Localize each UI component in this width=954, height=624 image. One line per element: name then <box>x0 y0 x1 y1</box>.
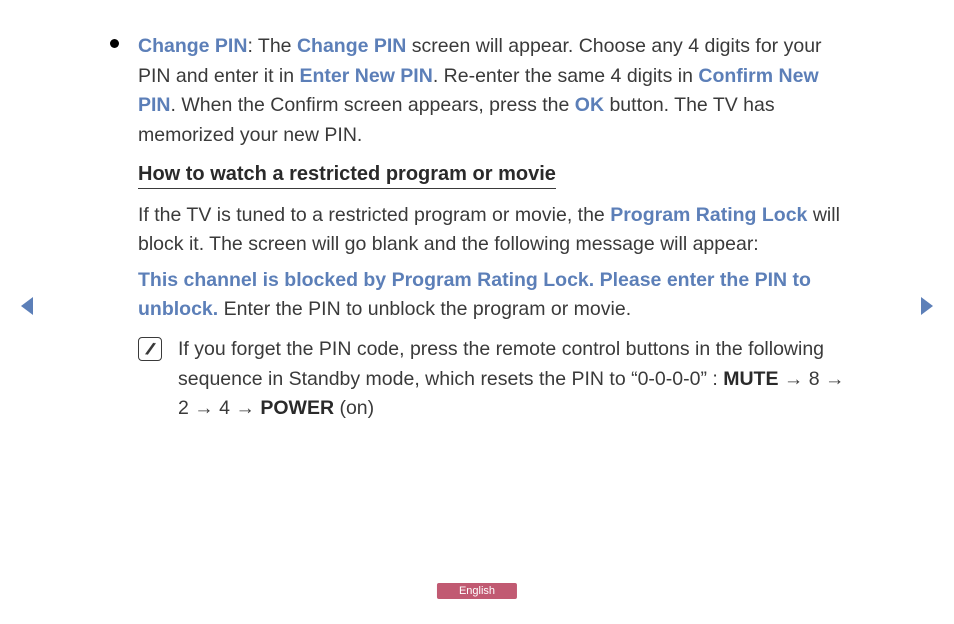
text: . When the Confirm screen appears, press… <box>171 94 575 116</box>
change-pin-bullet: Change PIN: The Change PIN screen will a… <box>110 32 858 151</box>
power-button-label: POWER <box>260 397 334 419</box>
blocked-message: This channel is blocked by Program Ratin… <box>138 266 858 325</box>
language-badge: English <box>437 583 517 599</box>
next-page-button[interactable] <box>918 295 936 322</box>
restricted-intro: If the TV is tuned to a restricted progr… <box>138 201 858 260</box>
text: : The <box>247 35 297 57</box>
text: . Re-enter the same 4 digits in <box>433 65 699 87</box>
text: Enter the PIN to unblock the program or … <box>218 298 631 320</box>
program-rating-lock-label: Program Rating Lock <box>610 204 807 226</box>
text: If the TV is tuned to a restricted progr… <box>138 204 610 226</box>
change-pin-screen-label: Change PIN <box>297 35 406 57</box>
pin-reset-note: If you forget the PIN code, press the re… <box>138 335 858 424</box>
text: (on) <box>334 397 374 419</box>
page-content: Change PIN: The Change PIN screen will a… <box>110 32 858 424</box>
note-icon <box>138 337 162 361</box>
bullet-dot-icon <box>110 39 119 48</box>
change-pin-label: Change PIN <box>138 35 247 57</box>
prev-page-button[interactable] <box>18 295 36 322</box>
section-heading: How to watch a restricted program or mov… <box>138 163 556 189</box>
ok-label: OK <box>575 94 604 116</box>
enter-new-pin-label: Enter New PIN <box>300 65 433 87</box>
mute-button-label: MUTE <box>723 368 778 390</box>
